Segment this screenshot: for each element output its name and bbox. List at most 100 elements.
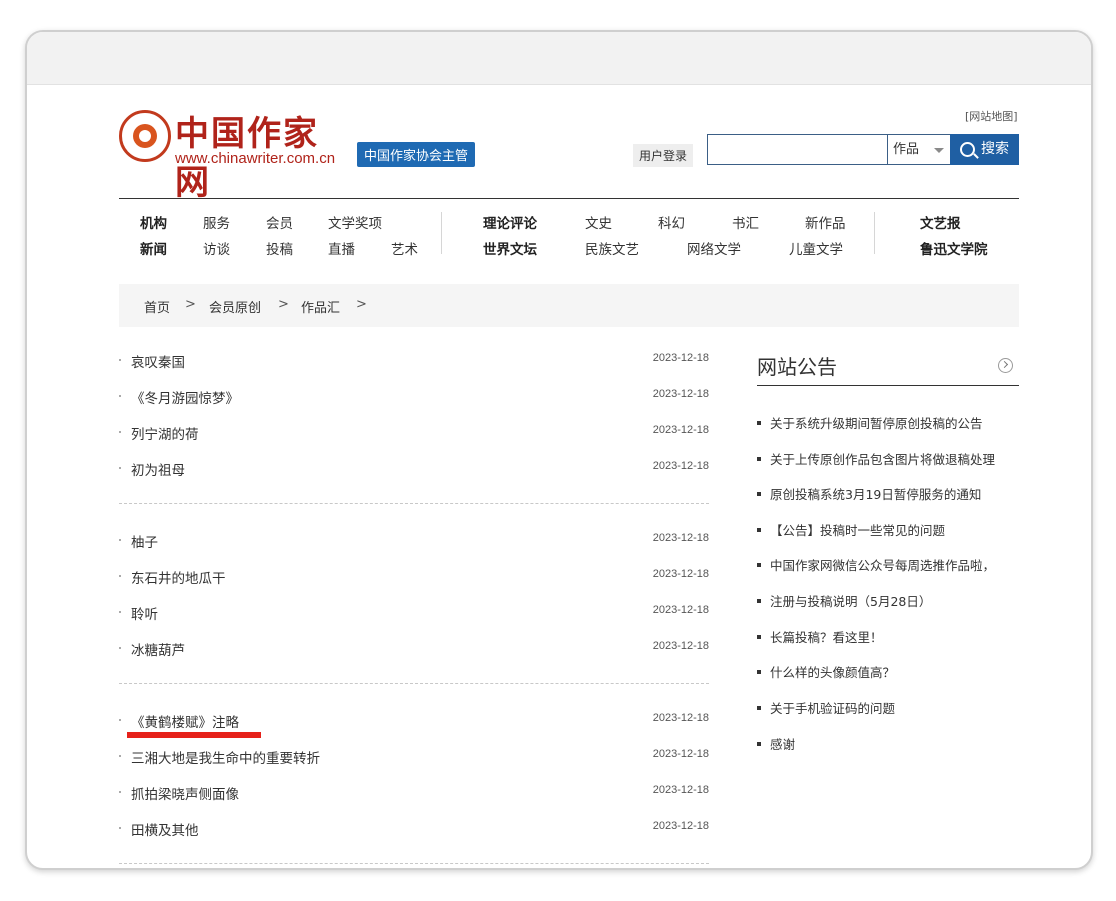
nav-luxun-wenxueyuan[interactable]: 鲁迅文学院 — [920, 238, 988, 258]
nav-wangluo-wenxue[interactable]: 网络文学 — [687, 238, 741, 258]
notice-item[interactable]: 感谢 — [757, 734, 1019, 754]
notice-text[interactable]: 关于上传原创作品包含图片将做退稿处理 — [770, 449, 995, 468]
list-item[interactable]: 冰糖葫芦 2023-12-18 — [119, 639, 709, 659]
nav-minzu-wenyi[interactable]: 民族文艺 — [585, 238, 639, 258]
article-title[interactable]: 《黄鹤楼赋》注略 — [131, 711, 239, 731]
nav-kehuan[interactable]: 科幻 — [658, 212, 685, 232]
article-date: 2023-12-18 — [652, 352, 709, 364]
nav-wenshi[interactable]: 文史 — [585, 212, 612, 232]
sitemap-link[interactable]: [网站地图] — [965, 108, 1018, 124]
notice-item[interactable]: 关于上传原创作品包含图片将做退稿处理 — [757, 449, 1019, 469]
notice-text[interactable]: 关于手机验证码的问题 — [770, 698, 895, 717]
article-date: 2023-12-18 — [652, 748, 709, 760]
browser-frame: [网站地图] 中国作家网 www.chinawriter.com.cn 中国作家… — [25, 30, 1093, 870]
breadcrumb: 首页 > 会员原创 > 作品汇 > — [119, 284, 1019, 327]
article-date: 2023-12-18 — [652, 460, 709, 472]
article-title[interactable]: 《冬月游园惊梦》 — [131, 387, 239, 407]
nav-wenxue-jiangxiang[interactable]: 文学奖项 — [328, 212, 382, 232]
list-item[interactable]: 列宁湖的荷 2023-12-18 — [119, 423, 709, 443]
list-item[interactable]: 三湘大地是我生命中的重要转折 2023-12-18 — [119, 747, 709, 767]
article-date: 2023-12-18 — [652, 640, 709, 652]
breadcrumb-separator: > — [356, 297, 367, 312]
notice-item[interactable]: 原创投稿系统3月19日暂停服务的通知 — [757, 484, 1019, 504]
list-item[interactable]: 抓拍梁晓声侧面像 2023-12-18 — [119, 783, 709, 803]
article-title[interactable]: 田横及其他 — [131, 819, 199, 839]
nav-xinwen[interactable]: 新闻 — [140, 238, 167, 258]
org-badge: 中国作家协会主管 — [357, 142, 476, 167]
search-icon — [960, 142, 975, 157]
notice-item[interactable]: 注册与投稿说明（5月28日） — [757, 591, 1019, 611]
notice-text[interactable]: 长篇投稿？看这里！ — [770, 627, 883, 646]
notice-item[interactable]: 关于系统升级期间暂停原创投稿的公告 — [757, 413, 1019, 433]
nav-lilun-pinglun[interactable]: 理论评论 — [483, 212, 537, 232]
notice-text[interactable]: 什么样的头像颜值高？ — [770, 662, 895, 681]
search-input[interactable] — [707, 134, 888, 165]
notice-text[interactable]: 感谢 — [770, 734, 795, 753]
article-title[interactable]: 聆听 — [131, 603, 158, 623]
breadcrumb-home[interactable]: 首页 — [144, 297, 170, 316]
more-arrow-icon[interactable] — [998, 358, 1013, 373]
article-title[interactable]: 初为祖母 — [131, 459, 185, 479]
notice-text[interactable]: 【公告】投稿时一些常见的问题 — [770, 520, 945, 539]
notice-item[interactable]: 关于手机验证码的问题 — [757, 698, 1019, 718]
chevron-down-icon — [934, 148, 944, 153]
notice-text[interactable]: 原创投稿系统3月19日暂停服务的通知 — [770, 484, 981, 503]
nav-shijie-wentan[interactable]: 世界文坛 — [483, 238, 537, 258]
nav-zhibo[interactable]: 直播 — [328, 238, 355, 258]
notice-text[interactable]: 注册与投稿说明（5月28日） — [770, 591, 931, 610]
nav-huiyuan[interactable]: 会员 — [266, 212, 293, 232]
browser-toolbar — [27, 32, 1091, 85]
nav-wenyibao[interactable]: 文艺报 — [920, 212, 961, 232]
site-logo[interactable]: 中国作家网 www.chinawriter.com.cn — [119, 110, 349, 203]
article-date: 2023-12-18 — [652, 568, 709, 580]
notice-text[interactable]: 关于系统升级期间暂停原创投稿的公告 — [770, 413, 983, 432]
breadcrumb-member-original[interactable]: 会员原创 — [209, 297, 261, 316]
article-date: 2023-12-18 — [652, 820, 709, 832]
article-date: 2023-12-18 — [652, 424, 709, 436]
article-title[interactable]: 列宁湖的荷 — [131, 423, 199, 443]
article-title[interactable]: 东石井的地瓜干 — [131, 567, 226, 587]
article-date: 2023-12-18 — [652, 712, 709, 724]
article-date: 2023-12-18 — [652, 604, 709, 616]
list-item[interactable]: 哀叹秦国 2023-12-18 — [119, 351, 709, 371]
list-divider — [119, 503, 709, 504]
list-item[interactable]: 田横及其他 2023-12-18 — [119, 819, 709, 839]
red-highlight-underline — [127, 732, 261, 738]
article-date: 2023-12-18 — [652, 784, 709, 796]
search-button[interactable]: 搜索 — [950, 134, 1019, 165]
article-title[interactable]: 三湘大地是我生命中的重要转折 — [131, 747, 320, 767]
nav-fuwu[interactable]: 服务 — [203, 212, 230, 232]
notice-item[interactable]: 长篇投稿？看这里！ — [757, 627, 1019, 647]
notice-item[interactable]: 什么样的头像颜值高？ — [757, 662, 1019, 682]
article-title[interactable]: 哀叹秦国 — [131, 351, 185, 371]
nav-yishu[interactable]: 艺术 — [391, 238, 418, 258]
logo-url: www.chinawriter.com.cn — [175, 150, 336, 167]
nav-xin-zuopin[interactable]: 新作品 — [805, 212, 846, 232]
nav-shuhui[interactable]: 书汇 — [732, 212, 759, 232]
article-date: 2023-12-18 — [652, 532, 709, 544]
search-category-value: 作品 — [893, 142, 920, 157]
nav-jigou[interactable]: 机构 — [140, 212, 167, 232]
notice-item[interactable]: 【公告】投稿时一些常见的问题 — [757, 520, 1019, 540]
article-title[interactable]: 柚子 — [131, 531, 158, 551]
nav-divider — [441, 212, 442, 254]
list-item[interactable]: 《冬月游园惊梦》 2023-12-18 — [119, 387, 709, 407]
search-category-select[interactable]: 作品 — [888, 134, 950, 165]
nav-ertong-wenxue[interactable]: 儿童文学 — [789, 238, 843, 258]
notice-item[interactable]: 中国作家网微信公众号每周选推作品啦， — [757, 555, 1019, 575]
nav-divider — [874, 212, 875, 254]
list-item[interactable]: 东石井的地瓜干 2023-12-18 — [119, 567, 709, 587]
list-item[interactable]: 初为祖母 2023-12-18 — [119, 459, 709, 479]
nav-tougao[interactable]: 投稿 — [266, 238, 293, 258]
article-title[interactable]: 抓拍梁晓声侧面像 — [131, 783, 239, 803]
list-item[interactable]: 聆听 2023-12-18 — [119, 603, 709, 623]
list-item[interactable]: 柚子 2023-12-18 — [119, 531, 709, 551]
list-item[interactable]: 《黄鹤楼赋》注略 2023-12-18 — [119, 711, 709, 731]
notice-title: 网站公告 — [757, 355, 837, 379]
nav-fangtan[interactable]: 访谈 — [203, 238, 230, 258]
search-button-label: 搜索 — [981, 141, 1009, 157]
notice-text[interactable]: 中国作家网微信公众号每周选推作品啦， — [770, 555, 995, 574]
breadcrumb-works[interactable]: 作品汇 — [301, 297, 340, 316]
article-title[interactable]: 冰糖葫芦 — [131, 639, 185, 659]
login-button[interactable]: 用户登录 — [633, 144, 694, 167]
